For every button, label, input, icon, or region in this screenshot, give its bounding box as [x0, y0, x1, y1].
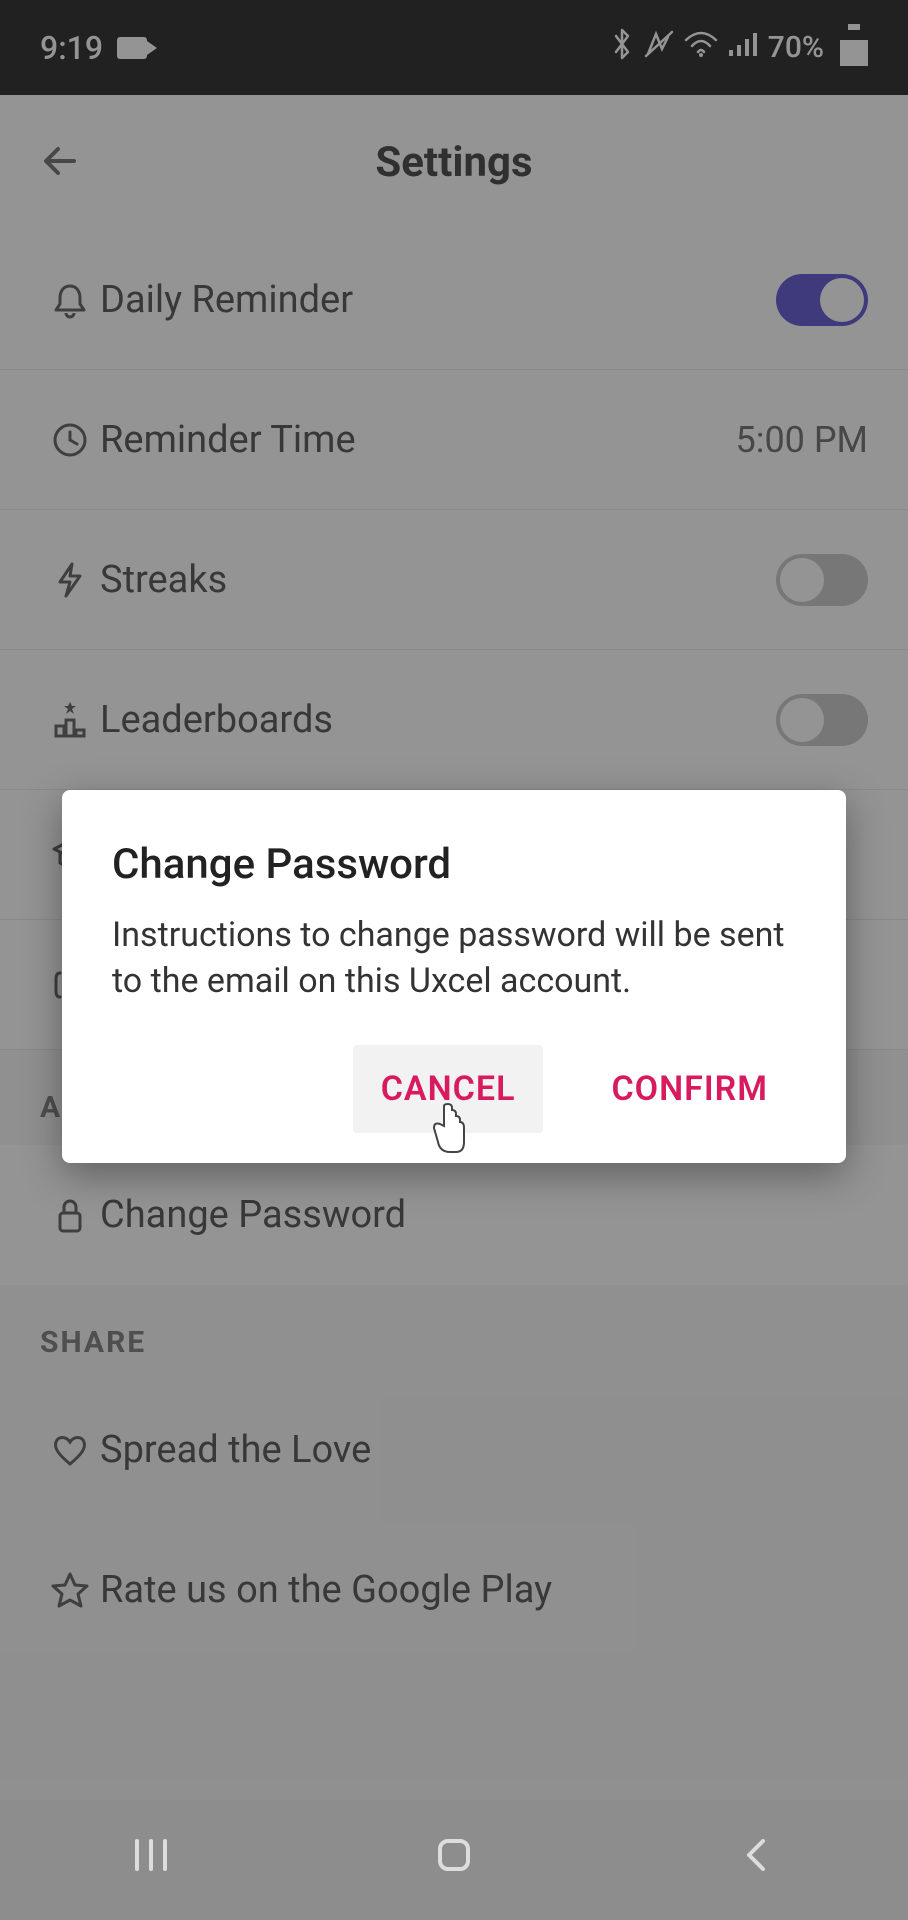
recent-apps-button[interactable]	[111, 1831, 191, 1890]
home-button[interactable]	[414, 1831, 494, 1890]
dialog-title: Change Password	[112, 840, 796, 889]
change-password-dialog: Change Password Instructions to change p…	[62, 790, 846, 1163]
dialog-actions: CANCEL CONFIRM	[112, 1045, 796, 1133]
dialog-body: Instructions to change password will be …	[112, 913, 796, 1005]
cancel-label: CANCEL	[381, 1069, 516, 1109]
confirm-button[interactable]: CONFIRM	[583, 1045, 796, 1133]
android-back-button[interactable]	[717, 1831, 797, 1890]
pointer-cursor-icon	[426, 1102, 470, 1163]
android-navbar	[0, 1800, 908, 1920]
cancel-button[interactable]: CANCEL	[353, 1045, 544, 1133]
